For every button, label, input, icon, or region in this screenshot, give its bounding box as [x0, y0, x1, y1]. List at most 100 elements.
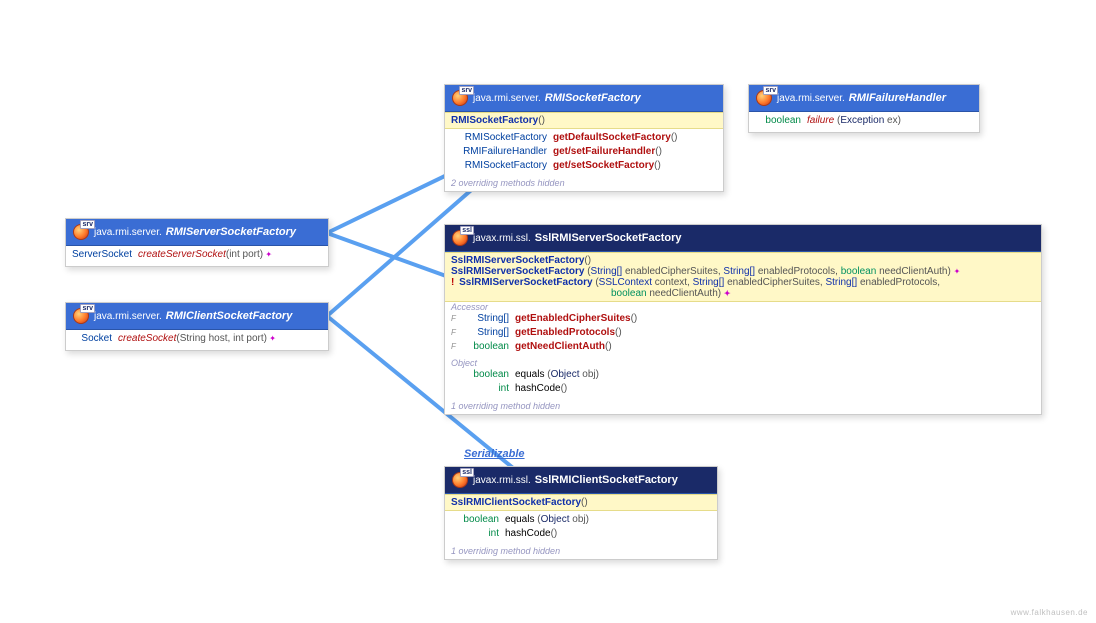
constructor-params-part: (SSLContext context, String[] enabledCip…: [595, 277, 940, 288]
method-row: F String[] getEnabledProtocols (): [449, 326, 1037, 340]
package-label: java.rmi.server.: [94, 227, 162, 238]
final-flag: F: [451, 326, 459, 340]
method-row: ServerSocket createServerSocket (int por…: [70, 248, 324, 262]
method-params: (): [654, 159, 661, 173]
method-name: hashCode: [505, 527, 551, 541]
constructor-row: SslRMIServerSocketFactory() SslRMIServer…: [445, 252, 1041, 302]
box-header: srv java.rmi.server. RMIServerSocketFacto…: [66, 219, 328, 246]
return-type: int: [451, 527, 499, 541]
method-name: getNeedClientAuth: [515, 340, 605, 354]
method-name: get/setSocketFactory: [553, 159, 654, 173]
method-row: F boolean getNeedClientAuth (): [449, 340, 1037, 354]
box-rmiserversocketfactory: srv java.rmi.server. RMIServerSocketFacto…: [65, 218, 329, 267]
return-type: boolean: [461, 368, 509, 382]
method-name: get/setFailureHandler: [553, 145, 655, 159]
package-label: java.rmi.server.: [94, 311, 162, 322]
method-name: failure: [807, 114, 834, 128]
box-header: srv java.rmi.server. RMIClientSocketFacto…: [66, 303, 328, 330]
srv-icon: srv: [72, 307, 90, 325]
constructor-name: SslRMIServerSocketFactory: [459, 277, 592, 288]
box-rmisocketfactory: srv java.rmi.server. RMISocketFactory RMI…: [444, 84, 724, 192]
method-name: equals: [515, 368, 544, 382]
box-header: srv java.rmi.server. RMIFailureHandler: [749, 85, 979, 112]
method-params: (Object obj): [544, 368, 598, 382]
srv-icon: srv: [755, 89, 773, 107]
method-row: Socket createSocket (String host, int po…: [70, 332, 324, 346]
box-header: ssl javax.rmi.ssl.SslRMIClientSocketFact…: [445, 467, 717, 494]
return-type: RMIFailureHandler: [451, 145, 547, 159]
method-params: (): [631, 312, 638, 326]
throws-icon: ✦: [267, 332, 276, 346]
note: 2 overriding methods hidden: [445, 177, 723, 191]
constructor-name: SslRMIServerSocketFactory: [451, 255, 584, 266]
return-type: ServerSocket: [72, 248, 132, 262]
watermark: www.falkhausen.de: [1011, 608, 1088, 617]
method-params: (): [561, 382, 568, 396]
method-name: getEnabledProtocols: [515, 326, 615, 340]
method-row: RMISocketFactory get/setSocketFactory (): [449, 159, 719, 173]
class-name: RMIFailureHandler: [849, 92, 946, 104]
box-rmifailurehandler: srv java.rmi.server. RMIFailureHandler bo…: [748, 84, 980, 133]
method-row: boolean equals (Object obj): [449, 513, 713, 527]
constructor-name: SslRMIClientSocketFactory: [451, 497, 581, 508]
method-name: createSocket: [118, 332, 176, 346]
method-params: (int port): [226, 248, 263, 262]
method-name: getDefaultSocketFactory: [553, 131, 671, 145]
constructor-params-part: needClientAuth): [647, 288, 722, 299]
box-sslrmiserversocketfactory: ssl javax.rmi.ssl. SslRMIServerSocketFact…: [444, 224, 1042, 415]
object-method-list: boolean equals (Object obj) int hashCode…: [445, 368, 1041, 400]
srv-icon: srv: [72, 223, 90, 241]
method-row: RMISocketFactory getDefaultSocketFactory…: [449, 131, 719, 145]
box-rmiclientsocketfactory: srv java.rmi.server. RMIClientSocketFacto…: [65, 302, 329, 351]
constructor-name: RMISocketFactory: [451, 115, 538, 126]
method-row: boolean failure (Exception ex): [753, 114, 975, 128]
method-list: boolean failure (Exception ex): [749, 112, 979, 132]
keyword-boolean: boolean: [611, 288, 647, 299]
box-header: srv java.rmi.server. RMISocketFactory: [445, 85, 723, 112]
method-row: RMIFailureHandler get/setFailureHandler …: [449, 145, 719, 159]
constructor-params: (): [584, 255, 591, 266]
constructor-params: (): [538, 115, 545, 126]
class-name: RMISocketFactory: [545, 92, 641, 104]
method-params: (Exception ex): [834, 114, 901, 128]
accessor-list: F String[] getEnabledCipherSuites () F S…: [445, 312, 1041, 358]
method-name: createServerSocket: [138, 248, 226, 262]
return-type: RMISocketFactory: [451, 131, 547, 145]
constructor-params-part: (String[] enabledCipherSuites, String[] …: [587, 266, 960, 277]
srv-icon: srv: [451, 89, 469, 107]
method-name: getEnabledCipherSuites: [515, 312, 631, 326]
method-name: hashCode: [515, 382, 561, 396]
package-label: java.rmi.server.: [777, 93, 845, 104]
package-label: javax.rmi.ssl.: [473, 475, 531, 486]
method-row: int hashCode (): [449, 382, 1037, 396]
method-row: F String[] getEnabledCipherSuites (): [449, 312, 1037, 326]
return-type: boolean: [451, 513, 499, 527]
method-list: boolean equals (Object obj) int hashCode…: [445, 511, 717, 545]
method-params: (): [551, 527, 558, 541]
return-type: String[]: [461, 326, 509, 340]
return-type: int: [461, 382, 509, 396]
package-label: javax.rmi.ssl.: [473, 233, 531, 244]
constructor-row: RMISocketFactory(): [445, 112, 723, 129]
return-type: Socket: [72, 332, 112, 346]
method-row: int hashCode (): [449, 527, 713, 541]
method-params: (): [655, 145, 662, 159]
constructor-params: (): [581, 497, 588, 508]
class-name: RMIServerSocketFactory: [166, 226, 296, 238]
note: 1 overriding method hidden: [445, 545, 717, 559]
section-object: Object: [445, 358, 1041, 368]
ssl-icon: ssl: [451, 471, 469, 489]
class-name: RMIClientSocketFactory: [166, 310, 293, 322]
return-type: boolean: [461, 340, 509, 354]
method-list: RMISocketFactory getDefaultSocketFactory…: [445, 129, 723, 177]
method-params: (): [615, 326, 622, 340]
return-type: RMISocketFactory: [451, 159, 547, 173]
class-name: SslRMIServerSocketFactory: [535, 232, 682, 244]
note: 1 overriding method hidden: [445, 400, 1041, 414]
package-label: java.rmi.server.: [473, 93, 541, 104]
ssl-icon: ssl: [451, 229, 469, 247]
serializable-link[interactable]: Serializable: [464, 448, 525, 460]
constructor-name: SslRMIServerSocketFactory: [451, 266, 584, 277]
section-accessor: Accessor: [445, 302, 1041, 312]
warning-marker: !: [451, 277, 454, 288]
